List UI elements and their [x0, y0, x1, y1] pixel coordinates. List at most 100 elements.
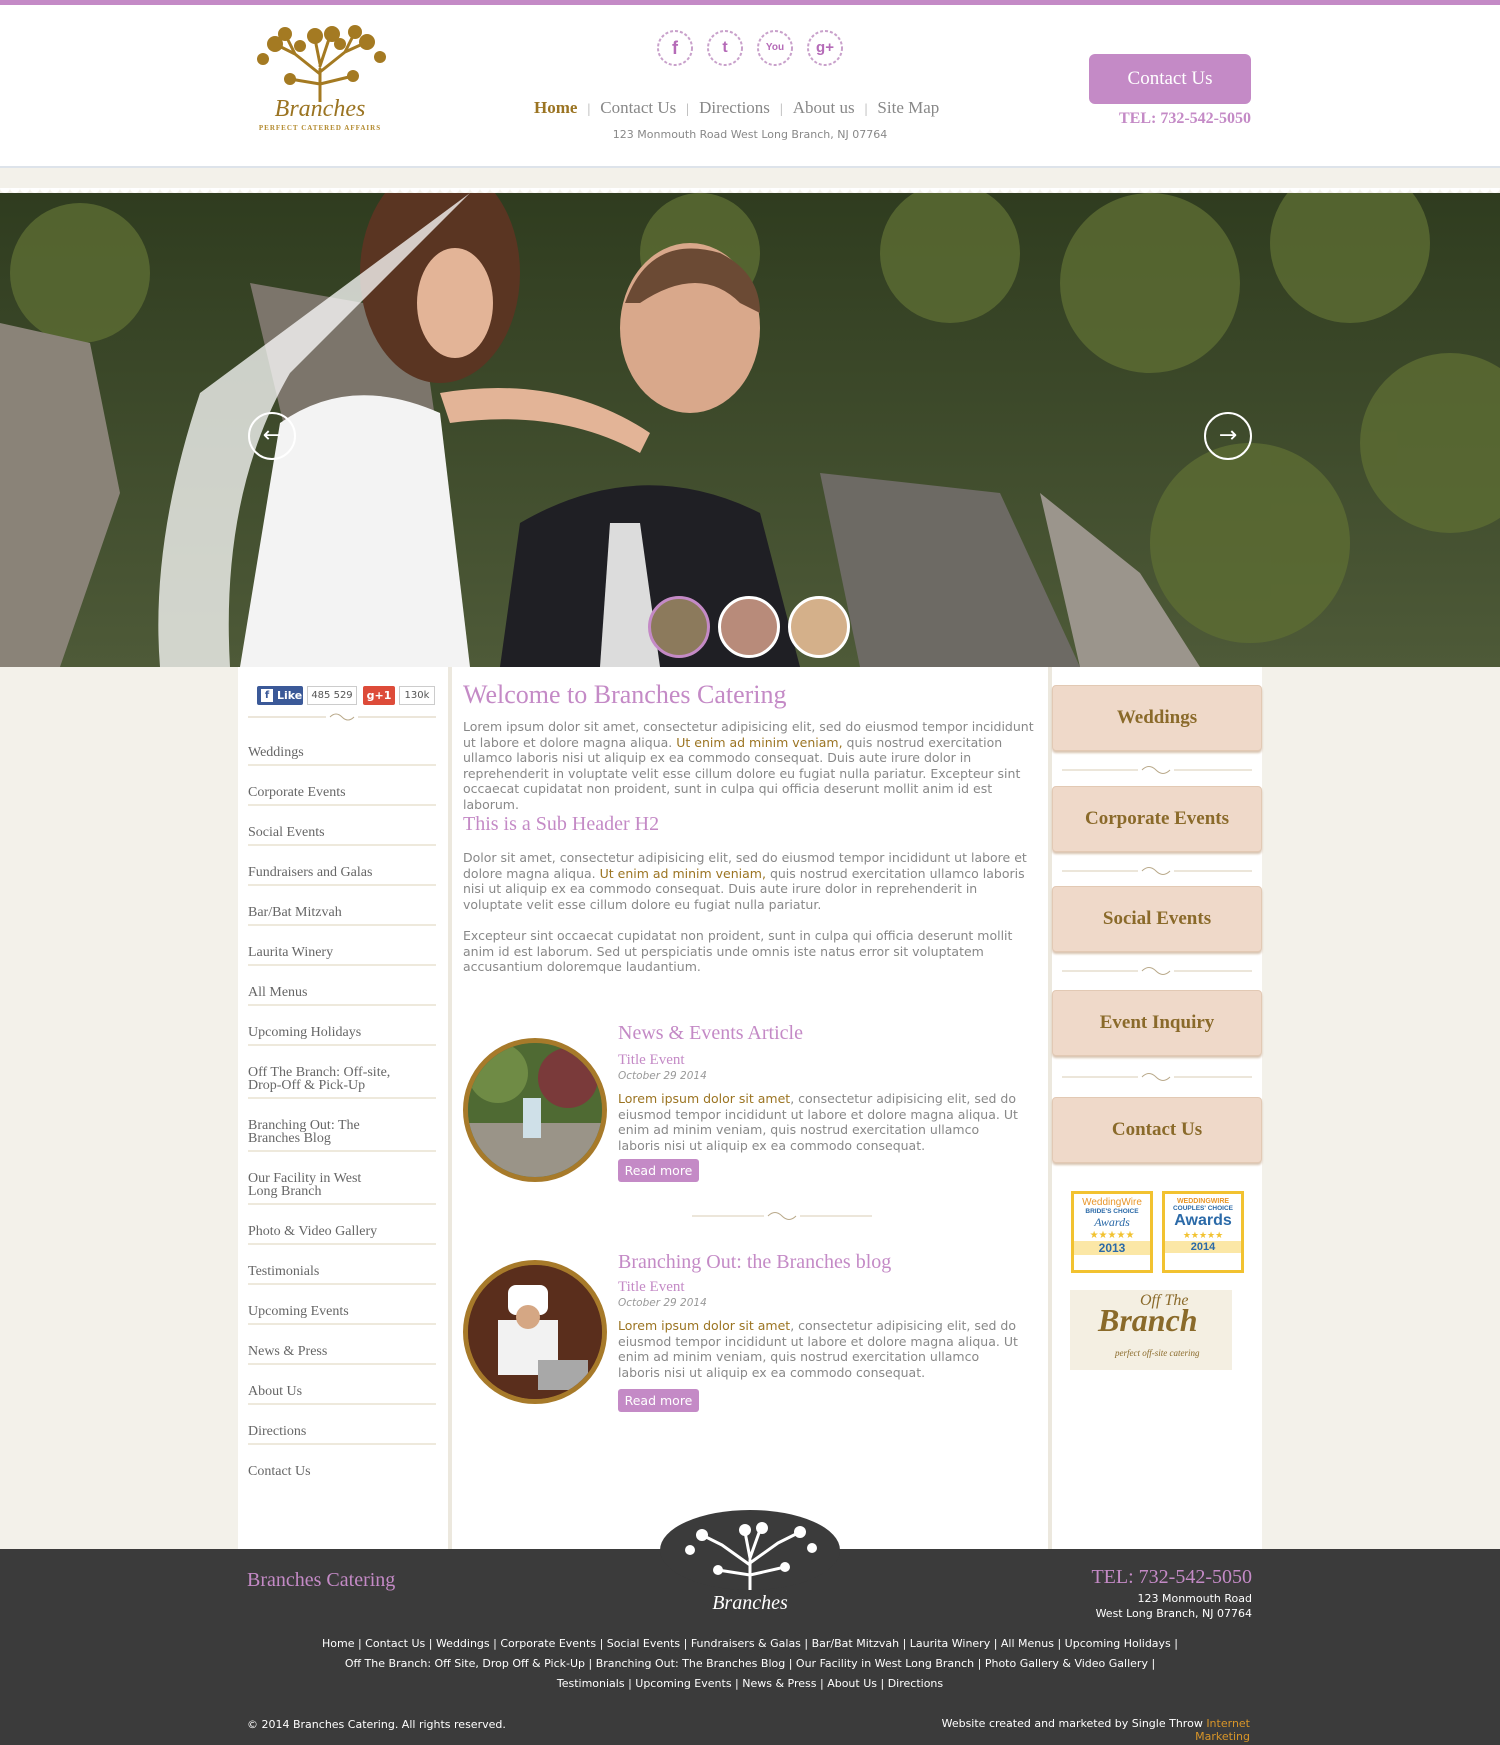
logo-brand-text: Branches [274, 96, 366, 122]
slider-next-button[interactable]: → [1204, 412, 1252, 460]
twitter-link[interactable]: t [705, 28, 745, 68]
flourish-divider [1062, 1071, 1252, 1083]
left-menu-testimonials[interactable]: Testimonials [248, 1265, 436, 1285]
left-menu-corporate-events[interactable]: Corporate Events [248, 786, 436, 806]
header-phone: TEL: 732-542-5050 [1119, 110, 1251, 127]
copyright-text: © 2014 Branches Catering. All rights res… [247, 1718, 506, 1731]
news-body-link[interactable]: Lorem ipsum dolor sit amet [618, 1091, 790, 1106]
nav-directions[interactable]: Directions [699, 98, 770, 118]
sub-paragraph-1: Dolor sit amet, consectetur adipisicing … [463, 850, 1027, 912]
nav-about-us[interactable]: About us [793, 98, 855, 118]
left-menu-laurita-winery[interactable]: Laurita Winery [248, 946, 436, 966]
twitter-glyph: t [722, 39, 728, 56]
left-menu-our-facility-line2[interactable]: Long Branch [248, 1185, 436, 1205]
facebook-icon: f [261, 689, 273, 702]
scallop-edge [0, 188, 1500, 198]
blog-subtitle: Title Event [618, 1279, 685, 1295]
right-button-social-events[interactable]: Social Events [1052, 886, 1262, 952]
read-more-button[interactable]: Read more [618, 1159, 699, 1182]
footer-logo-text: Branches [712, 1592, 788, 1614]
arrow-right-icon: → [1218, 423, 1238, 448]
google-plus-count: 130k [399, 686, 435, 705]
left-menu-weddings[interactable]: Weddings [248, 746, 436, 766]
blog-title[interactable]: Branching Out: the Branches blog [618, 1251, 891, 1274]
sub-header: This is a Sub Header H2 [463, 813, 660, 835]
news-title[interactable]: News & Events Article [618, 1022, 803, 1045]
site-logo[interactable]: Branches PERFECT CATERED AFFAIRS [245, 24, 395, 136]
sub-highlight-link[interactable]: Ut enim ad minim veniam, [600, 866, 766, 881]
stars-icon: ★★★★★ [1182, 1230, 1224, 1240]
site-header [0, 5, 1500, 168]
flourish-divider [1062, 865, 1252, 877]
blog-body: Lorem ipsum dolor sit amet, consectetur … [618, 1318, 1018, 1380]
google-plus-link[interactable]: g+ [805, 28, 845, 68]
left-menu-upcoming-events[interactable]: Upcoming Events [248, 1305, 436, 1325]
right-button-weddings[interactable]: Weddings [1052, 685, 1262, 751]
facebook-like-count: 485 529 [307, 686, 357, 705]
flourish-divider [248, 712, 436, 722]
nav-site-map[interactable]: Site Map [877, 98, 939, 118]
slider-thumb-2[interactable] [718, 596, 780, 658]
footer-logo[interactable]: Branches [670, 1520, 830, 1620]
footer-links-row-1[interactable]: Home | Contact Us | Weddings | Corporate… [0, 1637, 1500, 1650]
header-address: 123 Monmouth Road West Long Branch, NJ 0… [612, 128, 888, 141]
left-menu-off-the-branch-line2[interactable]: Drop-Off & Pick-Up [248, 1079, 436, 1099]
news-subtitle: Title Event [618, 1052, 685, 1068]
facebook-like-label: Like [277, 689, 303, 702]
right-button-corporate-events[interactable]: Corporate Events [1052, 786, 1262, 852]
news-body: Lorem ipsum dolor sit amet, consectetur … [618, 1091, 1018, 1153]
left-menu-about-us[interactable]: About Us [248, 1385, 436, 1405]
youtube-glyph: You [765, 42, 785, 53]
youtube-link[interactable]: You [755, 28, 795, 68]
slider-thumb-1[interactable] [648, 596, 710, 658]
footer-phone: TEL: 732-542-5050 [1091, 1566, 1252, 1588]
left-menu-contact-us[interactable]: Contact Us [248, 1465, 436, 1483]
weddingwire-award-2013[interactable]: WeddingWire BRIDE'S CHOICE Awards ★★★★★ … [1071, 1191, 1153, 1273]
left-menu-upcoming-holidays[interactable]: Upcoming Holidays [248, 1026, 436, 1046]
slider-thumb-3[interactable] [788, 596, 850, 658]
blog-read-more-button[interactable]: Read more [618, 1389, 699, 1412]
stars-icon: ★★★★★ [1089, 1230, 1135, 1241]
blog-body-link[interactable]: Lorem ipsum dolor sit amet [618, 1318, 790, 1333]
blog-image[interactable] [463, 1260, 607, 1404]
slider-prev-button[interactable]: ← [248, 412, 296, 460]
news-date: October 29 2014 [618, 1070, 707, 1082]
facebook-link[interactable]: f [655, 28, 695, 68]
news-image[interactable] [463, 1038, 607, 1182]
tree-logo-icon [257, 25, 386, 102]
flourish-divider [1062, 965, 1252, 977]
weddingwire-award-2014[interactable]: WEDDINGWIRE COUPLES' CHOICE Awards ★★★★★… [1162, 1191, 1244, 1273]
logo-tagline: PERFECT CATERED AFFAIRS [258, 124, 382, 132]
footer-links-row-2[interactable]: Off The Branch: Off Site, Drop Off & Pic… [0, 1657, 1500, 1670]
nav-home[interactable]: Home [534, 98, 577, 118]
google-plus-glyph: g+ [816, 39, 834, 56]
left-menu-fundraisers[interactable]: Fundraisers and Galas [248, 866, 436, 886]
footer-links-row-3[interactable]: Testimonials | Upcoming Events | News & … [0, 1677, 1500, 1690]
site-credit: Website created and marketed by Single T… [941, 1717, 1250, 1743]
off-the-branch-logo[interactable]: Off The Branch perfect off-site catering [1070, 1290, 1232, 1370]
left-menu-all-menus[interactable]: All Menus [248, 986, 436, 1006]
flourish-divider [1062, 764, 1252, 776]
footer-address-line2: West Long Branch, NJ 07764 [1095, 1607, 1252, 1620]
contact-us-button[interactable]: Contact Us [1089, 54, 1251, 104]
flourish-divider [692, 1210, 872, 1222]
left-menu-photo-video-gallery[interactable]: Photo & Video Gallery [248, 1225, 436, 1245]
welcome-heading: Welcome to Branches Catering [463, 680, 787, 709]
intro-highlight-link[interactable]: Ut enim ad minim veniam, [676, 735, 842, 750]
arrow-left-icon: ← [262, 423, 282, 448]
left-menu-bar-bat-mitzvah[interactable]: Bar/Bat Mitzvah [248, 906, 436, 926]
sub-paragraph-2: Excepteur sint occaecat cupidatat non pr… [463, 928, 1013, 974]
footer-company-name: Branches Catering [247, 1569, 396, 1591]
main-nav: Home | Contact Us | Directions | About us | Site… [534, 98, 940, 118]
left-menu-directions[interactable]: Directions [248, 1425, 436, 1445]
nav-contact-us[interactable]: Contact Us [600, 98, 676, 118]
footer-address-line1: 123 Monmouth Road [1137, 1592, 1253, 1605]
right-button-contact-us[interactable]: Contact Us [1052, 1097, 1262, 1163]
right-button-event-inquiry[interactable]: Event Inquiry [1052, 990, 1262, 1056]
intro-paragraph: Lorem ipsum dolor sit amet, consectetur … [463, 719, 1034, 812]
left-menu-social-events[interactable]: Social Events [248, 826, 436, 846]
left-menu-news-press[interactable]: News & Press [248, 1345, 436, 1365]
left-menu-branching-out-line2[interactable]: Branches Blog [248, 1132, 436, 1152]
google-plus-one-button[interactable]: g+1 [363, 686, 395, 705]
blog-date: October 29 2014 [618, 1297, 707, 1309]
